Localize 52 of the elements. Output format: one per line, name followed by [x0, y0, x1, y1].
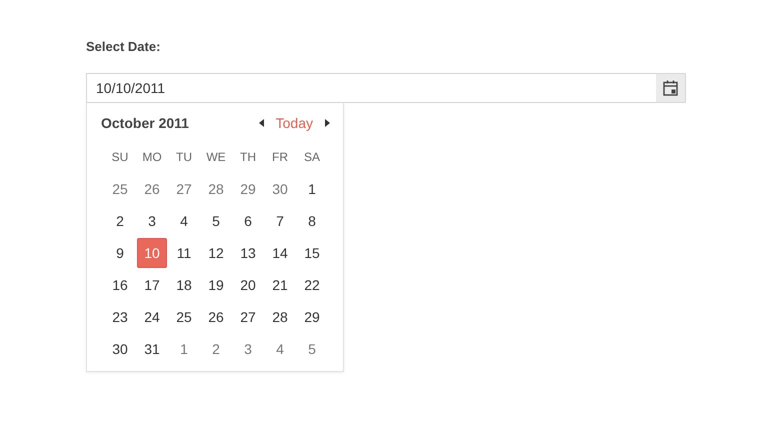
calendar-day[interactable]: 26 — [201, 302, 231, 332]
left-triangle-icon — [258, 119, 264, 127]
weekday-header: SA — [302, 149, 321, 166]
calendar-day[interactable]: 11 — [169, 238, 199, 268]
weekday-header: TH — [239, 149, 257, 166]
calendar-day[interactable]: 6 — [233, 206, 263, 236]
calendar-day[interactable]: 28 — [201, 174, 231, 204]
calendar-day[interactable]: 14 — [265, 238, 295, 268]
calendar-day[interactable]: 26 — [137, 174, 167, 204]
calendar-day[interactable]: 3 — [233, 334, 263, 364]
calendar-day[interactable]: 2 — [201, 334, 231, 364]
calendar-day[interactable]: 28 — [265, 302, 295, 332]
calendar-day[interactable]: 16 — [105, 270, 135, 300]
calendar-day[interactable]: 27 — [169, 174, 199, 204]
calendar-day[interactable]: 22 — [297, 270, 327, 300]
weekday-header: FR — [271, 149, 289, 166]
calendar-day[interactable]: 3 — [137, 206, 167, 236]
calendar-day[interactable]: 19 — [201, 270, 231, 300]
calendar-day[interactable]: 24 — [137, 302, 167, 332]
calendar-day[interactable]: 9 — [105, 238, 135, 268]
weekday-header: SU — [110, 149, 130, 166]
calendar-day[interactable]: 29 — [297, 302, 327, 332]
calendar-day[interactable]: 12 — [201, 238, 231, 268]
calendar-day[interactable]: 25 — [105, 174, 135, 204]
calendar-day[interactable]: 5 — [297, 334, 327, 364]
calendar-day[interactable]: 25 — [169, 302, 199, 332]
calendar-day[interactable]: 31 — [137, 334, 167, 364]
weekday-header: WE — [205, 149, 227, 166]
calendar-day[interactable]: 13 — [233, 238, 263, 268]
calendar-day[interactable]: 30 — [105, 334, 135, 364]
field-label: Select Date: — [86, 39, 160, 54]
weekday-header: MO — [141, 149, 163, 166]
weekday-header: TU — [175, 149, 193, 166]
calendar-day[interactable]: 15 — [297, 238, 327, 268]
right-triangle-icon — [325, 119, 330, 127]
calendar-day[interactable]: 23 — [105, 302, 135, 332]
calendar-day[interactable]: 4 — [265, 334, 295, 364]
calendar-day[interactable]: 8 — [297, 206, 327, 236]
calendar-day[interactable]: 1 — [297, 174, 327, 204]
calendar-day[interactable]: 1 — [169, 334, 199, 364]
month-title: October 2011 — [101, 115, 189, 131]
calendar-day[interactable]: 18 — [169, 270, 199, 300]
calendar-day[interactable]: 5 — [201, 206, 231, 236]
calendar-day[interactable]: 20 — [233, 270, 263, 300]
calendar-day[interactable]: 21 — [265, 270, 295, 300]
calendar-day[interactable]: 30 — [265, 174, 295, 204]
calendar-day[interactable]: 29 — [233, 174, 263, 204]
calendar-day[interactable]: 4 — [169, 206, 199, 236]
calendar-day[interactable]: 17 — [137, 270, 167, 300]
calendar-day[interactable]: 2 — [105, 206, 135, 236]
calendar-day[interactable]: 7 — [265, 206, 295, 236]
calendar-day[interactable]: 27 — [233, 302, 263, 332]
